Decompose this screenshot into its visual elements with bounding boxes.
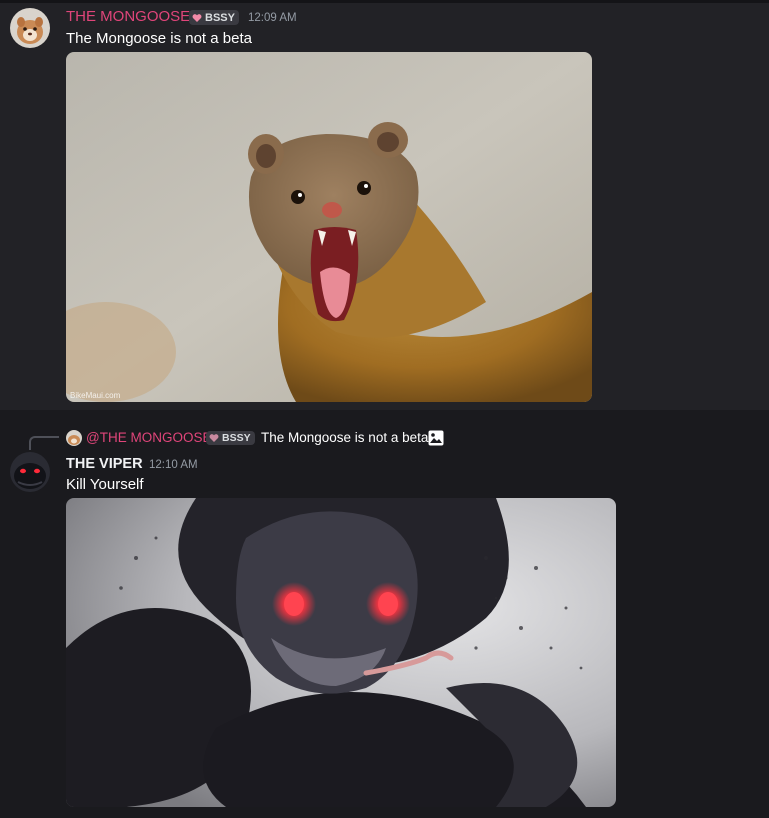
chat-log: THE MONGOOSE BSSY 12:09 AM The Mongoose … [0,0,769,818]
timestamp[interactable]: 12:10 AM [149,458,198,472]
watermark: BikeMaui.com [70,391,121,400]
avatar[interactable] [10,8,50,48]
reply-role-badge[interactable]: BSSY [206,431,255,445]
avatar[interactable] [10,452,50,492]
badge-label: BSSY [205,11,235,24]
role-badge[interactable]: BSSY [189,10,239,25]
reply-author[interactable]: @THE MONGOOSE [86,430,211,446]
mongoose-image: BikeMaui.com [66,52,592,402]
reply-spine [29,436,59,450]
heart-icon [209,434,219,442]
reply-content[interactable]: The Mongoose is not a beta [261,430,428,446]
message-content: Kill Yourself [66,476,144,493]
viper-image [66,498,616,807]
reply-avatar[interactable] [66,430,82,446]
image-icon [428,430,444,446]
badge-label: BSSY [222,432,251,444]
image-attachment[interactable]: BikeMaui.com [66,52,592,402]
image-attachment[interactable] [66,498,616,807]
message-content: The Mongoose is not a beta [66,30,252,47]
username[interactable]: THE VIPER [66,455,143,473]
message-1[interactable]: THE MONGOOSE BSSY 12:09 AM The Mongoose … [0,0,769,410]
heart-icon [192,13,202,22]
username[interactable]: THE MONGOOSE [66,8,190,26]
timestamp[interactable]: 12:09 AM [248,11,297,25]
divider [0,0,769,3]
